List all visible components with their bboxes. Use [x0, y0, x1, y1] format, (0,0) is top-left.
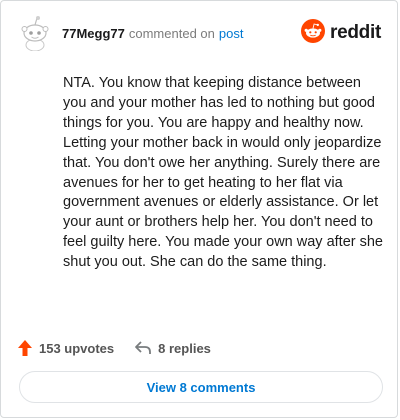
reddit-logo-icon [301, 18, 326, 48]
comment-card: 77Megg77 commented on post reddit NTA. You [0, 0, 398, 418]
upvote-action[interactable]: 153 upvotes [17, 339, 114, 357]
commented-on-text: commented on [128, 26, 215, 41]
upvote-count: 153 upvotes [39, 340, 115, 356]
post-link[interactable]: post [219, 26, 244, 41]
comment-body: NTA. You know that keeping distance betw… [63, 75, 383, 271]
reply-action[interactable]: 8 replies [134, 340, 211, 356]
comment-meta: 77Megg77 commented on post [62, 26, 243, 42]
reddit-wordmark: reddit [330, 22, 381, 43]
username-link[interactable]: 77Megg77 [62, 26, 125, 41]
upvote-arrow-icon [18, 340, 32, 356]
comment-actions: 153 upvotes 8 replies [17, 338, 211, 358]
reply-count: 8 replies [158, 340, 211, 356]
comment-header: 77Megg77 commented on post reddit [17, 15, 381, 52]
reddit-brand[interactable]: reddit [301, 18, 381, 48]
reply-arrow-icon [135, 341, 152, 354]
avatar-snoo-icon[interactable] [17, 15, 53, 52]
view-comments-button[interactable]: View 8 comments [19, 371, 383, 403]
